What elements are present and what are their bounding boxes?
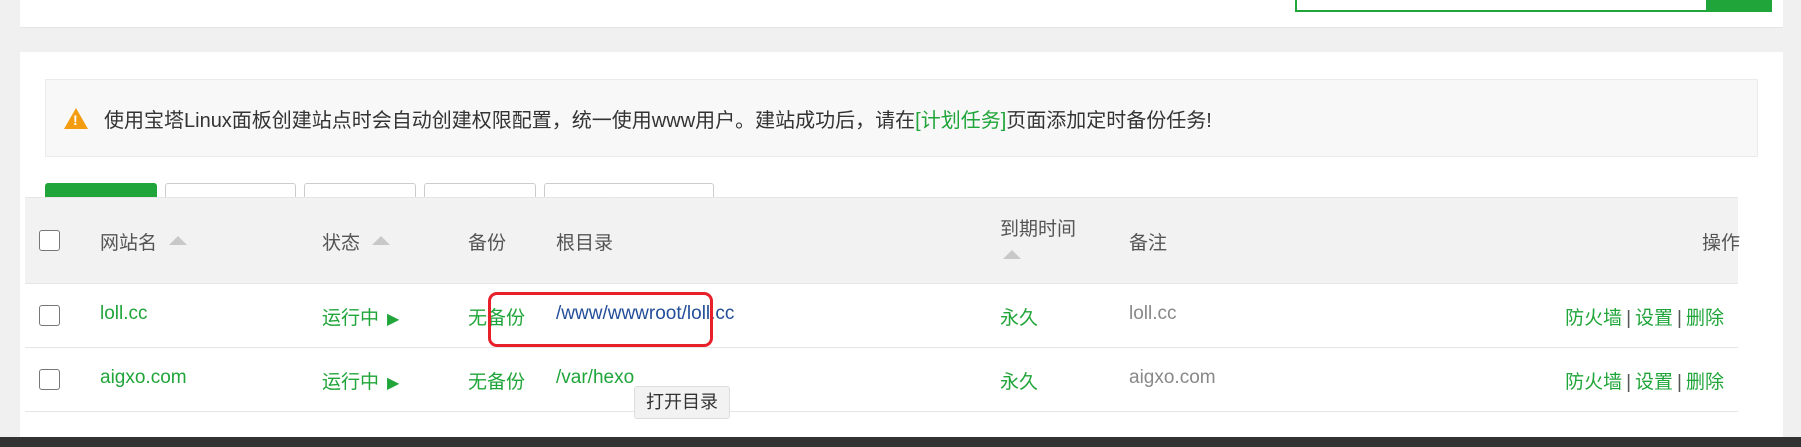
select-all-checkbox[interactable] [39, 230, 60, 251]
status-toggle[interactable]: 运行中 ▶ [322, 367, 399, 394]
expire-link[interactable]: 永久 [1000, 367, 1038, 394]
notice-text: 使用宝塔Linux面板创建站点时会自动创建权限配置，统一使用www用户。建站成功… [104, 109, 916, 132]
backup-link[interactable]: 无备份 [468, 367, 525, 394]
col-backup: 备份 [468, 233, 507, 254]
col-expire[interactable]: 到期时间 [1000, 214, 1076, 241]
status-toggle[interactable]: 运行中 ▶ [322, 303, 399, 330]
search-button[interactable] [1708, 0, 1772, 12]
settings-link[interactable]: 设置 [1635, 372, 1673, 393]
top-card [20, 0, 1783, 28]
firewall-link[interactable]: 防火墙 [1565, 372, 1622, 393]
bottom-bar [0, 437, 1801, 447]
col-status[interactable]: 状态 [322, 228, 391, 255]
open-dir-tooltip: 打开目录 [634, 386, 730, 419]
note-field[interactable]: aigxo.com [1129, 367, 1216, 389]
row-checkbox[interactable] [39, 305, 60, 326]
root-dir-highlight [488, 292, 713, 347]
root-dir-link[interactable]: /var/hexo [556, 367, 634, 389]
warning-icon [64, 107, 88, 129]
play-icon: ▶ [387, 375, 400, 392]
site-table: 网站名 状态 备份 根目录 到期时间 备注 操作 loll.cc 运行中 ▶ 无备… [25, 197, 1741, 412]
table-header: 网站名 状态 备份 根目录 到期时间 备注 操作 [25, 197, 1741, 284]
col-status-label: 状态 [322, 233, 361, 254]
row-actions: 防火墙 | 设置 | 删除 [1565, 303, 1724, 330]
settings-link[interactable]: 设置 [1635, 308, 1673, 329]
row-actions: 防火墙 | 设置 | 删除 [1565, 367, 1724, 394]
sort-asc-icon [372, 236, 391, 246]
sort-asc-icon[interactable] [1003, 250, 1021, 259]
action-separator: | [1677, 372, 1682, 393]
delete-link[interactable]: 删除 [1686, 308, 1724, 329]
cron-task-link[interactable]: [计划任务] [915, 104, 1006, 133]
col-actions: 操作 [1702, 233, 1741, 254]
action-separator: | [1626, 372, 1632, 393]
sort-asc-icon [169, 236, 188, 246]
play-icon: ▶ [387, 311, 400, 328]
note-field[interactable]: loll.cc [1129, 303, 1177, 325]
notice-text-tail: 页面添加定时备份任务! [1006, 109, 1212, 132]
action-separator: | [1626, 308, 1632, 329]
col-site-name[interactable]: 网站名 [100, 228, 188, 255]
col-site-name-label: 网站名 [100, 233, 158, 254]
row-checkbox[interactable] [39, 369, 60, 390]
notice-banner: 使用宝塔Linux面板创建站点时会自动创建权限配置，统一使用www用户。建站成功… [45, 79, 1758, 157]
site-name-link[interactable]: loll.cc [100, 303, 148, 325]
col-note: 备注 [1129, 233, 1168, 254]
table-row: aigxo.com 运行中 ▶ 无备份 /var/hexo 永久 aigxo.co… [25, 348, 1738, 412]
search-input[interactable] [1295, 0, 1708, 12]
col-root-dir: 根目录 [556, 233, 614, 254]
firewall-link[interactable]: 防火墙 [1565, 308, 1622, 329]
status-label: 运行中 [322, 308, 380, 329]
expire-link[interactable]: 永久 [1000, 303, 1038, 330]
action-separator: | [1677, 308, 1682, 329]
table-row: loll.cc 运行中 ▶ 无备份 /www/wwwroot/loll.cc 永久… [25, 284, 1738, 348]
delete-link[interactable]: 删除 [1686, 372, 1724, 393]
site-name-link[interactable]: aigxo.com [100, 367, 187, 389]
status-label: 运行中 [322, 372, 380, 393]
